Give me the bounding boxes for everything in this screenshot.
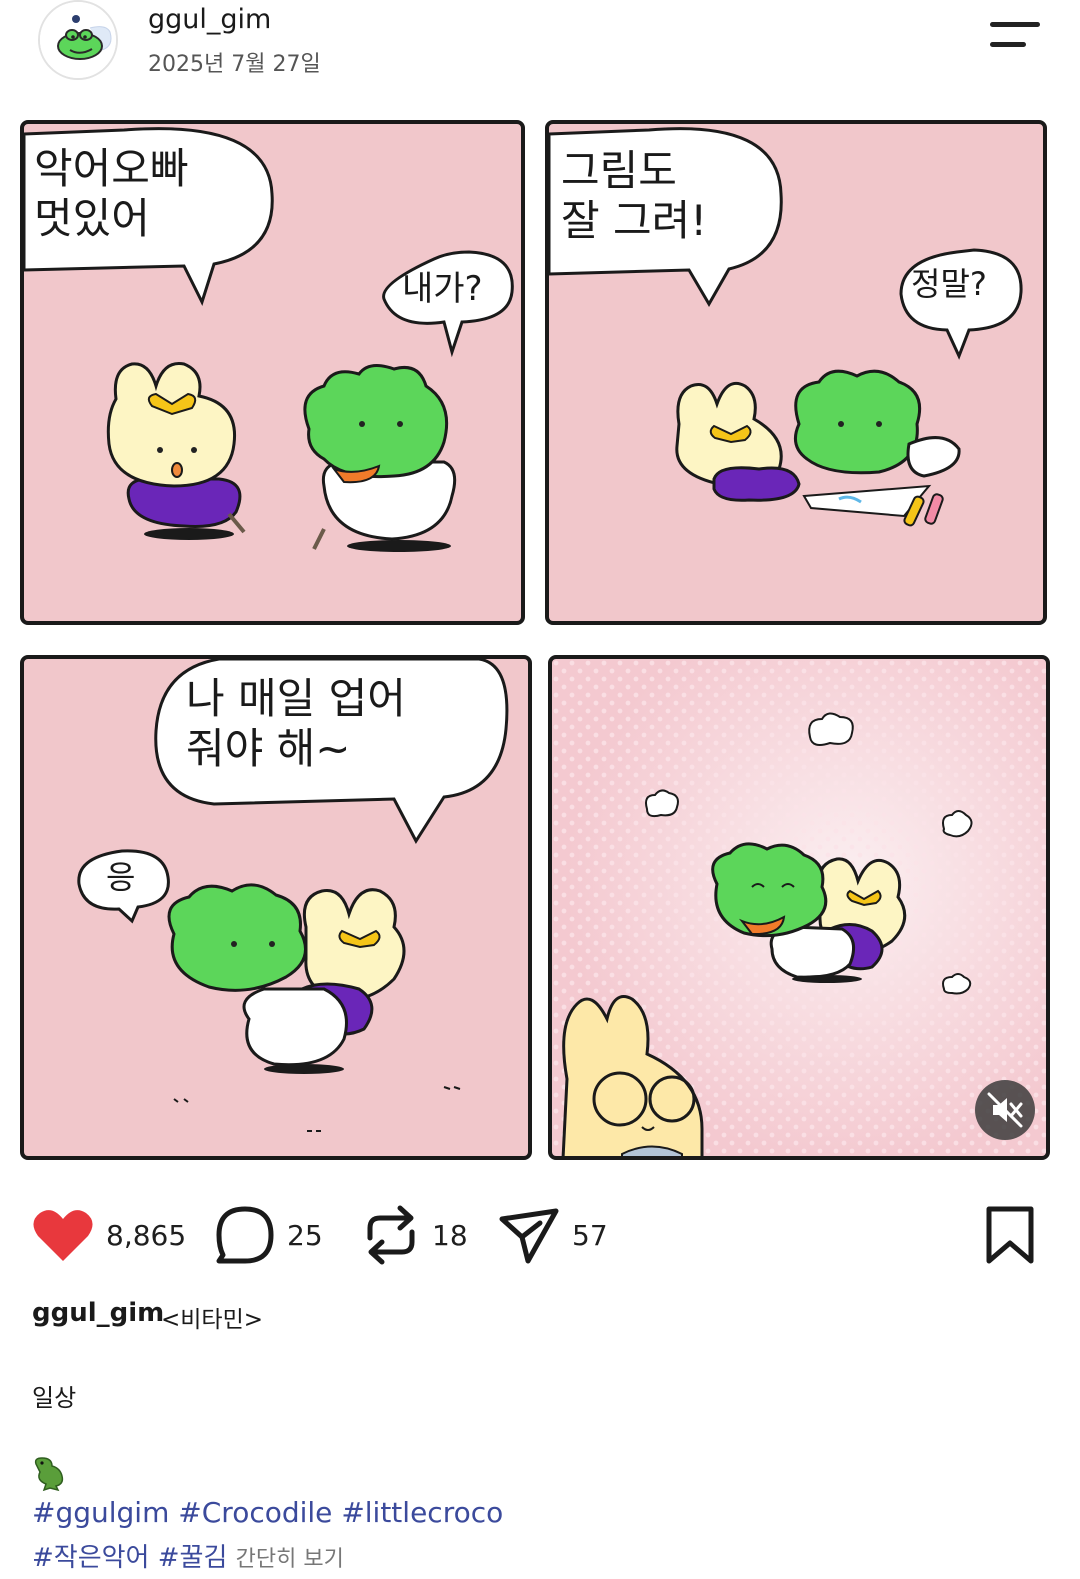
share-button[interactable]: 57: [498, 1200, 608, 1270]
post-actions: 8,865 25 18 57: [0, 1200, 1080, 1280]
crocodile-emoji-icon: [30, 1454, 68, 1492]
profile-avatar[interactable]: [38, 0, 118, 80]
menu-icon-line: [990, 42, 1026, 47]
post-username[interactable]: ggul_gim: [148, 4, 271, 35]
hashtags-line-2: #작은악어 #꿀김 간단히 보기: [32, 1537, 344, 1574]
hashtag-littlecroco[interactable]: #littlecroco: [341, 1496, 503, 1529]
bookmark-button[interactable]: [984, 1200, 1036, 1270]
comic-panel-3: 나 매일 업어 줘야 해~ 응: [20, 655, 532, 1160]
comment-icon: [216, 1206, 274, 1264]
post-date: 2025년 7월 27일: [148, 52, 321, 77]
caption-username[interactable]: ggul_gim: [32, 1298, 164, 1328]
comment-button[interactable]: 25: [215, 1200, 323, 1270]
repost-button[interactable]: 18: [362, 1200, 468, 1270]
caption-suffix: <비타민>: [161, 1307, 264, 1333]
heart-icon: [33, 1210, 93, 1261]
repost-count: 18: [432, 1218, 468, 1252]
crocodile-avatar-icon: [40, 2, 116, 78]
send-icon: [499, 1208, 559, 1264]
show-less-link[interactable]: 간단히 보기: [236, 1547, 344, 1572]
mute-button[interactable]: [975, 1080, 1035, 1140]
comment-count: 25: [287, 1218, 323, 1252]
speech-bubble-3-text: 그림도 잘 그려!: [561, 146, 708, 245]
bookmark-icon: [986, 1206, 1034, 1264]
speech-bubble-6-text: 응: [106, 858, 136, 896]
speech-bubble-2-text: 내가?: [402, 269, 483, 309]
comic-panel-1: 악어오빠 멋있어 내가?: [20, 120, 525, 625]
hashtag-crocodile[interactable]: #Crocodile: [178, 1496, 332, 1529]
like-count: 8,865: [106, 1218, 187, 1252]
comic-panel-2: 그림도 잘 그려! 정말?: [545, 120, 1047, 625]
caption-body: 일상: [32, 1384, 77, 1412]
hashtags-line-1: #ggulgim #Crocodile #littlecroco: [32, 1496, 503, 1529]
hashtag-ggulgim[interactable]: #ggulgim: [32, 1496, 169, 1529]
comic-image[interactable]: 악어오빠 멋있어 내가? 그림도 잘 그려! 정말? 나 매일 업어 줘야 해~…: [0, 110, 1080, 1170]
menu-button[interactable]: [986, 18, 1046, 58]
speech-bubble-4-text: 정말?: [911, 265, 987, 303]
mute-icon: [987, 1092, 1023, 1128]
repost-icon: [367, 1205, 415, 1265]
post-header: ggul_gim 2025년 7월 27일: [0, 0, 1080, 100]
hashtag-ggulgim-kr[interactable]: #꿀김: [158, 1543, 228, 1573]
menu-icon: [990, 22, 1040, 27]
like-button[interactable]: 8,865: [32, 1200, 186, 1270]
speech-bubble-1-text: 악어오빠 멋있어: [34, 144, 189, 243]
hashtag-jakeunakeo[interactable]: #작은악어: [32, 1543, 149, 1573]
share-count: 57: [572, 1218, 608, 1252]
speech-bubble-5-text: 나 매일 업어 줘야 해~: [186, 674, 406, 773]
